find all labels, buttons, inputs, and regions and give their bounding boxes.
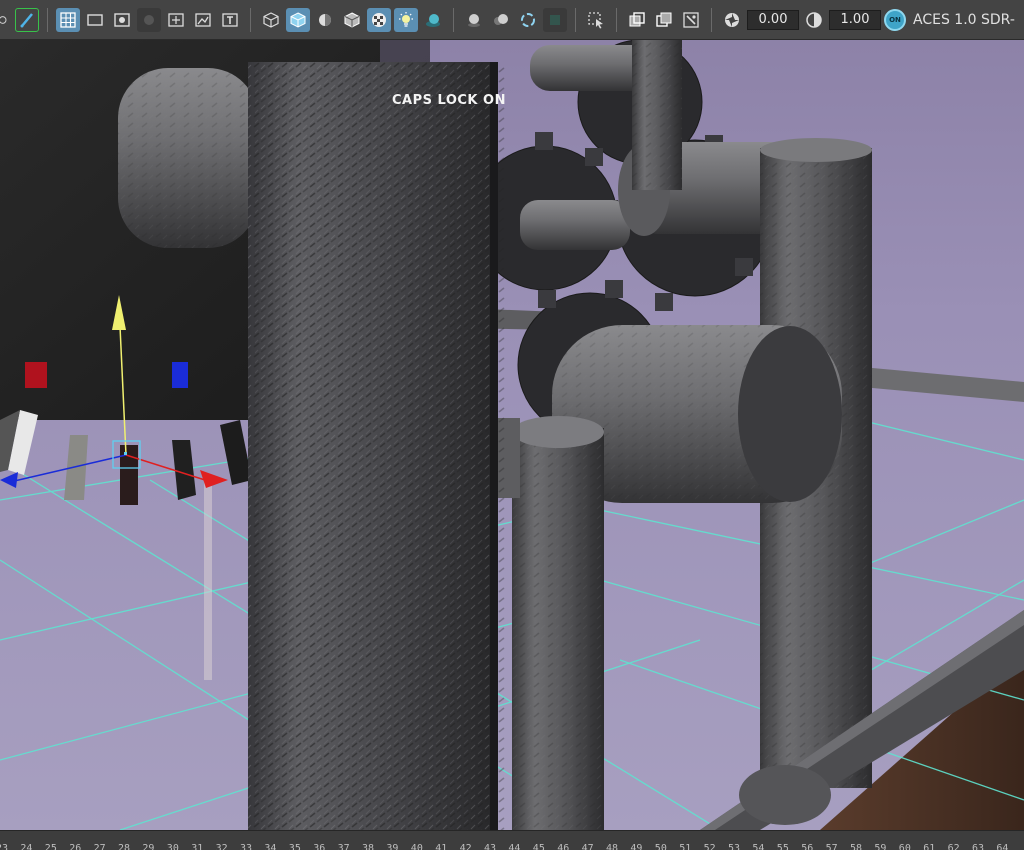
ambient-occlusion-icon[interactable] [462, 8, 486, 32]
timeline-tick-label: 52 [703, 843, 716, 850]
timeline-tick-label: 47 [581, 843, 594, 850]
timeline-tick-label: 59 [874, 843, 887, 850]
isolate-select-icon[interactable] [584, 8, 608, 32]
wireframe-icon[interactable] [259, 8, 283, 32]
timeline-tick-label: 40 [410, 843, 423, 850]
timeline-tick-label: 26 [69, 843, 82, 850]
textured-icon[interactable] [367, 7, 391, 32]
timeline-tick-label: 54 [752, 843, 765, 850]
toolbar-divider [47, 7, 48, 32]
timeline-tick-label: 49 [630, 843, 643, 850]
timeline-tick-label: 61 [923, 843, 936, 850]
gate-mask-icon[interactable] [137, 7, 161, 32]
timeline-tick-label: 32 [215, 843, 228, 850]
shadows-icon[interactable] [421, 8, 445, 32]
scene-render [0, 40, 1024, 830]
viewport-toolbar: 0.00 1.00 ON ACES 1.0 SDR- [0, 0, 1024, 40]
safe-title-icon[interactable] [218, 8, 242, 32]
timeline-tick-label: 48 [606, 843, 619, 850]
default-material-icon[interactable] [313, 8, 337, 32]
timeline-tick-label: 55 [776, 843, 789, 850]
timeline-tick-label: 57 [825, 843, 838, 850]
timeline-tick-label: 36 [313, 843, 326, 850]
safe-action-icon[interactable] [191, 8, 215, 32]
wireframe-on-shaded-icon[interactable] [340, 8, 364, 32]
caps-lock-indicator: CAPS LOCK ON [392, 93, 506, 108]
timeline-tick-label: 63 [972, 843, 985, 850]
timeline-tick-label: 35 [288, 843, 301, 850]
smooth-shade-icon[interactable] [286, 7, 310, 32]
timeline-tick-label: 50 [654, 843, 667, 850]
depth-of-field-icon[interactable] [543, 7, 567, 32]
film-gate-icon[interactable] [83, 8, 107, 32]
timeline-tick-label: 28 [118, 843, 131, 850]
exposure-field[interactable]: 0.00 [747, 9, 799, 30]
timeline-tick-label: 43 [484, 843, 497, 850]
xray-icon[interactable] [625, 8, 649, 32]
lighting-icon[interactable] [394, 7, 418, 32]
paint-brush-icon[interactable] [15, 7, 39, 32]
gamma-field[interactable]: 1.00 [829, 9, 881, 30]
lasso-icon[interactable] [0, 8, 12, 32]
timeline-tick-label: 51 [679, 843, 692, 850]
toolbar-divider [250, 7, 251, 32]
timeline-tick-label: 23 [0, 843, 9, 850]
timeline-tick-label: 24 [20, 843, 33, 850]
timeline-tick-label: 53 [728, 843, 741, 850]
timeline-tick-label: 30 [166, 843, 179, 850]
timeline-tick-label: 29 [142, 843, 155, 850]
timeline-tick-label: 27 [93, 843, 106, 850]
grid-icon[interactable] [56, 7, 80, 32]
timeline-tick-label: 45 [532, 843, 545, 850]
resolution-gate-icon[interactable] [110, 8, 134, 32]
timeline-tick-label: 42 [459, 843, 472, 850]
anti-aliasing-icon[interactable] [516, 8, 540, 32]
3d-viewport[interactable]: CAPS LOCK ON [0, 40, 1024, 830]
gamma-icon[interactable] [802, 8, 826, 32]
timeline-ruler[interactable]: 23 24 25 26 27 28 29 30 31 32 33 34 35 36 37 38 39 40 41 42… [0, 830, 1024, 850]
timeline-tick-label: 39 [386, 843, 399, 850]
timeline-tick-label: 64 [996, 843, 1009, 850]
timeline-tick-label: 62 [947, 843, 960, 850]
timeline-tick-label: 34 [264, 843, 277, 850]
toolbar-divider [575, 7, 576, 32]
xray-joints-icon[interactable] [652, 8, 676, 32]
toolbar-divider [711, 7, 712, 32]
timeline-tick-label: 60 [898, 843, 911, 850]
timeline-tick-label: 56 [801, 843, 814, 850]
exposure-icon[interactable] [720, 8, 744, 32]
timeline-tick-label: 46 [557, 843, 570, 850]
color-space-label[interactable]: ACES 1.0 SDR- [913, 12, 1015, 28]
toolbar-divider [616, 7, 617, 32]
timeline-tick-label: 41 [435, 843, 448, 850]
timeline-tick-label: 37 [337, 843, 350, 850]
xray-components-icon[interactable] [679, 8, 703, 32]
field-chart-icon[interactable] [164, 8, 188, 32]
color-management-toggle[interactable]: ON [884, 8, 906, 31]
timeline-tick-label: 44 [508, 843, 521, 850]
timeline-tick-label: 38 [362, 843, 375, 850]
toolbar-divider [453, 7, 454, 32]
timeline-tick-label: 58 [850, 843, 863, 850]
timeline-tick-label: 25 [44, 843, 57, 850]
timeline-tick-label: 33 [240, 843, 253, 850]
motion-blur-icon[interactable] [489, 8, 513, 32]
timeline-tick-label: 31 [191, 843, 204, 850]
